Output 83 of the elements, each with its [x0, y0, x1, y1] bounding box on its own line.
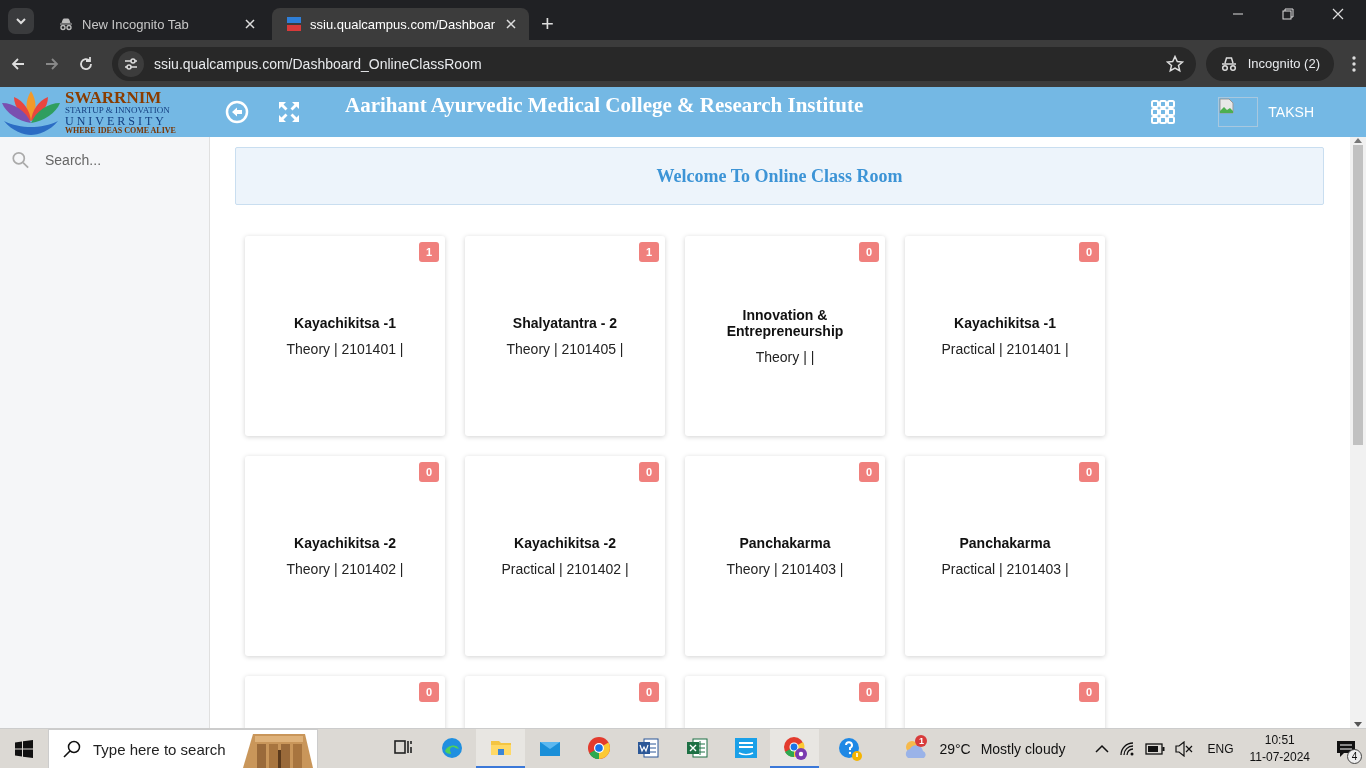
- logo-text: SWARRNIM: [65, 89, 163, 106]
- incognito-icon: [58, 16, 74, 32]
- subject-details: Theory | 2101405 |: [506, 341, 624, 357]
- profile-button[interactable]: Incognito (2): [1205, 46, 1334, 81]
- class-card[interactable]: 0 Panchakarma Practical | 2101403 |: [905, 456, 1105, 656]
- count-badge: 0: [1079, 462, 1099, 482]
- url-text: ssiu.qualcampus.com/Dashboard_OnlineClassRoom: [154, 55, 483, 72]
- subject-details: Theory | 2101403 |: [726, 561, 844, 577]
- count-badge: 0: [859, 682, 879, 702]
- welcome-banner: Welcome To Online Class Room: [235, 147, 1324, 205]
- count-badge: 0: [859, 242, 879, 262]
- search-icon: [12, 150, 29, 170]
- subject-title: Kayachikitsa -2: [294, 535, 396, 551]
- count-badge: 0: [1079, 242, 1099, 262]
- logo-text: WHERE IDEAS COME ALIVE: [65, 127, 176, 135]
- weather-text: Mostly cloudy: [980, 741, 1066, 757]
- subject-title: Innovation & Entrepreneurship: [725, 307, 845, 339]
- subject-details: Theory | |: [755, 349, 815, 365]
- count-badge: 1: [419, 242, 439, 262]
- tab-title: New Incognito Tab: [82, 16, 190, 32]
- chevron-down-icon: [15, 15, 27, 27]
- taskbar-button[interactable]: [770, 729, 819, 768]
- count-badge: 0: [419, 462, 439, 482]
- incognito-icon: [1219, 55, 1238, 72]
- class-card[interactable]: 1 Shalyatantra - 2 Theory | 2101405 |: [465, 236, 665, 436]
- search-field[interactable]: Search...: [43, 151, 197, 169]
- subject-title: Kayachikitsa -1: [294, 315, 396, 331]
- subject-title: Panchakarma: [739, 535, 831, 551]
- windows-start-icon[interactable]: [15, 740, 33, 758]
- alert-badge: 1: [915, 735, 928, 747]
- tab-title: ssiu.qualcampus.com/Dashboar: [310, 16, 495, 32]
- help-icon[interactable]: [837, 736, 864, 762]
- subject-title: Panchakarma: [959, 535, 1051, 551]
- wifi-icon[interactable]: [1119, 741, 1136, 757]
- close-icon[interactable]: [1332, 8, 1344, 20]
- subject-details: Practical | 2101403 |: [941, 561, 1069, 577]
- language-indicator[interactable]: ENG: [1207, 742, 1234, 756]
- subject-details: Theory | 2101401 |: [286, 341, 404, 357]
- class-card[interactable]: 0 Kayachikitsa -1 Practical | 2101401 |: [905, 236, 1105, 436]
- subject-title: Shalyatantra - 2: [512, 315, 618, 331]
- clock-date[interactable]: 11-07-2024: [1249, 749, 1310, 766]
- new-tab-button[interactable]: +: [541, 13, 554, 35]
- logo-text: STARTUP & INNOVATION: [65, 106, 171, 115]
- subject-details: Practical | 2101401 |: [941, 341, 1069, 357]
- notification-count: 4: [1347, 749, 1362, 764]
- class-card[interactable]: 0 Innovation & Entrepreneurship Theory | |: [685, 236, 885, 436]
- count-badge: 1: [639, 242, 659, 262]
- site-settings-icon[interactable]: [124, 56, 138, 71]
- back-arrow-icon[interactable]: [10, 55, 26, 72]
- browser-tab[interactable]: New Incognito Tab: [44, 8, 268, 40]
- more-menu-icon[interactable]: [1352, 55, 1356, 72]
- address-bar[interactable]: ssiu.qualcampus.com/Dashboard_OnlineClassRoom: [112, 46, 1196, 81]
- temperature-text: 29°C: [939, 741, 971, 757]
- reload-icon[interactable]: [78, 55, 94, 72]
- clock-time[interactable]: 10:51: [1264, 732, 1295, 749]
- battery-icon[interactable]: [1145, 743, 1166, 755]
- forward-arrow-icon[interactable]: [44, 55, 60, 72]
- class-card[interactable]: 0 Panchakarma Theory | 2101403 |: [685, 456, 885, 656]
- class-card[interactable]: 1 Kayachikitsa -1 Theory | 2101401 |: [245, 236, 445, 436]
- count-badge: 0: [639, 682, 659, 702]
- star-icon[interactable]: [1165, 54, 1184, 73]
- tab-search-button[interactable]: [8, 8, 34, 34]
- subject-title: Kayachikitsa -1: [954, 315, 1056, 331]
- class-card[interactable]: 0 Kayachikitsa -2 Practical | 2101402 |: [465, 456, 665, 656]
- count-badge: 0: [419, 682, 439, 702]
- count-badge: 0: [859, 462, 879, 482]
- restore-icon[interactable]: [1282, 8, 1294, 20]
- subject-details: Practical | 2101402 |: [501, 561, 629, 577]
- broken-image-icon: [1219, 98, 1236, 114]
- class-card[interactable]: 0 Kayachikitsa -2 Theory | 2101402 |: [245, 456, 445, 656]
- search-icon: [63, 740, 81, 758]
- browser-tab[interactable]: ssiu.qualcampus.com/Dashboar: [272, 8, 529, 40]
- scrollbar[interactable]: [1350, 137, 1366, 728]
- subject-details: Theory | 2101402 |: [286, 561, 404, 577]
- taskbar-search-field[interactable]: Type here to search: [48, 729, 318, 768]
- speaker-muted-icon[interactable]: [1175, 741, 1194, 757]
- site-favicon: [286, 16, 302, 32]
- logo-text: UNIVERSITY: [65, 115, 167, 127]
- subject-title: Kayachikitsa -2: [514, 535, 616, 551]
- taskbar-button[interactable]: [476, 729, 525, 768]
- college-title: Aarihant Ayurvedic Medical College & Research Institute: [345, 92, 864, 118]
- count-badge: 0: [1079, 682, 1099, 702]
- count-badge: 0: [639, 462, 659, 482]
